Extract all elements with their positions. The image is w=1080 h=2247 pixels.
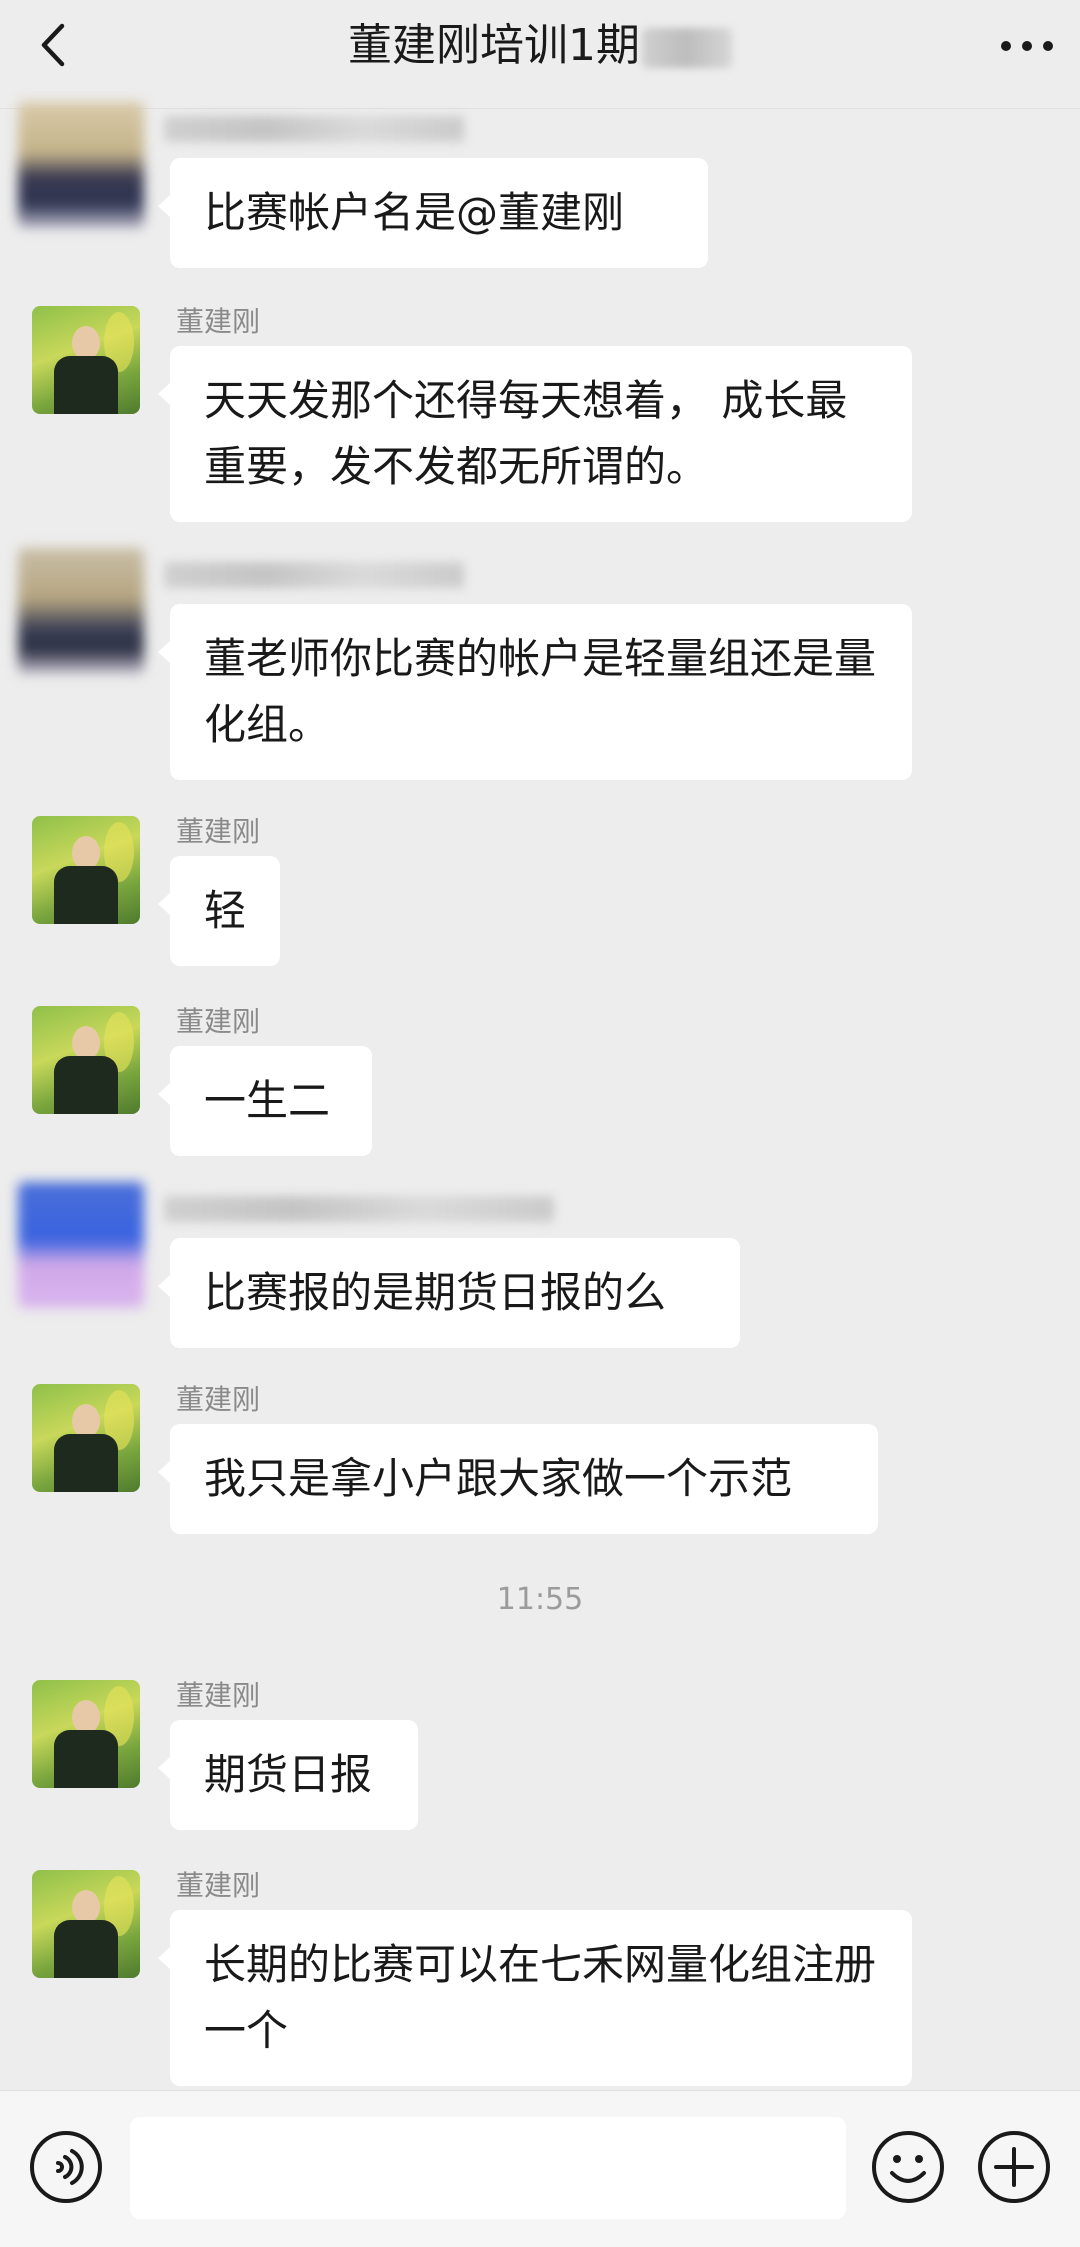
avatar[interactable] <box>32 1870 140 1978</box>
redacted-title-suffix <box>642 28 732 68</box>
message-bubble[interactable]: 董老师你比赛的帐户是轻量组还是量化组。 <box>158 604 912 780</box>
redacted-sender-name <box>164 1196 554 1222</box>
message-bubble[interactable]: 比赛帐户名是@董建刚 <box>158 158 708 268</box>
avatar[interactable] <box>32 816 140 924</box>
avatar[interactable] <box>32 1006 140 1114</box>
message-bubble[interactable]: 期货日报 <box>158 1720 418 1830</box>
sender-name: 董建刚 <box>176 1005 261 1038</box>
message-text: 比赛帐户名是@董建刚 <box>204 188 625 237</box>
sender-name: 董建刚 <box>176 815 261 848</box>
chat-header: 董建刚培训1期 <box>0 0 1080 109</box>
plus-icon[interactable] <box>976 2129 1052 2205</box>
avatar[interactable] <box>32 1384 140 1492</box>
message-text: 长期的比赛可以在七禾网量化组注册一个 <box>204 1940 877 2055</box>
avatar[interactable] <box>18 1182 144 1308</box>
sender-name: 董建刚 <box>176 1383 261 1416</box>
message-text: 董老师你比赛的帐户是轻量组还是量化组。 <box>204 634 877 749</box>
message-bubble[interactable]: 我只是拿小户跟大家做一个示范 <box>158 1424 878 1534</box>
sender-name: 董建刚 <box>176 1869 261 1902</box>
input-bar <box>0 2090 1080 2247</box>
message-list[interactable]: 比赛帐户名是@董建刚 董建刚 天天发那个还得每天想着， 成长最重要，发不发都无所… <box>0 102 1080 2090</box>
avatar[interactable] <box>18 548 144 674</box>
message-input[interactable] <box>130 2117 846 2219</box>
message-bubble[interactable]: 一生二 <box>158 1046 372 1156</box>
chat-title: 董建刚培训1期 <box>0 18 1080 74</box>
message-bubble[interactable]: 轻 <box>158 856 280 966</box>
sender-name: 董建刚 <box>176 305 261 338</box>
redacted-sender-name <box>164 116 464 142</box>
message-text: 天天发那个还得每天想着， 成长最重要，发不发都无所谓的。 <box>204 376 848 491</box>
voice-icon[interactable] <box>28 2129 104 2205</box>
message-timestamp: 11:55 <box>496 1582 584 1617</box>
more-dots-icon[interactable] <box>996 24 1058 68</box>
message-text: 期货日报 <box>204 1750 373 1799</box>
message-text: 比赛报的是期货日报的么 <box>204 1268 667 1317</box>
message-text: 轻 <box>204 886 247 935</box>
message-bubble[interactable]: 比赛报的是期货日报的么 <box>158 1238 740 1348</box>
chat-title-text: 董建刚培训1期 <box>348 20 640 71</box>
sender-name: 董建刚 <box>176 1679 261 1712</box>
message-bubble[interactable]: 长期的比赛可以在七禾网量化组注册一个 <box>158 1910 912 2086</box>
message-text: 一生二 <box>204 1076 331 1125</box>
emoji-icon[interactable] <box>870 2129 946 2205</box>
message-bubble[interactable]: 天天发那个还得每天想着， 成长最重要，发不发都无所谓的。 <box>158 346 912 522</box>
message-text: 我只是拿小户跟大家做一个示范 <box>204 1454 793 1503</box>
redacted-sender-name <box>164 562 464 588</box>
avatar[interactable] <box>32 306 140 414</box>
avatar[interactable] <box>18 102 144 228</box>
avatar[interactable] <box>32 1680 140 1788</box>
